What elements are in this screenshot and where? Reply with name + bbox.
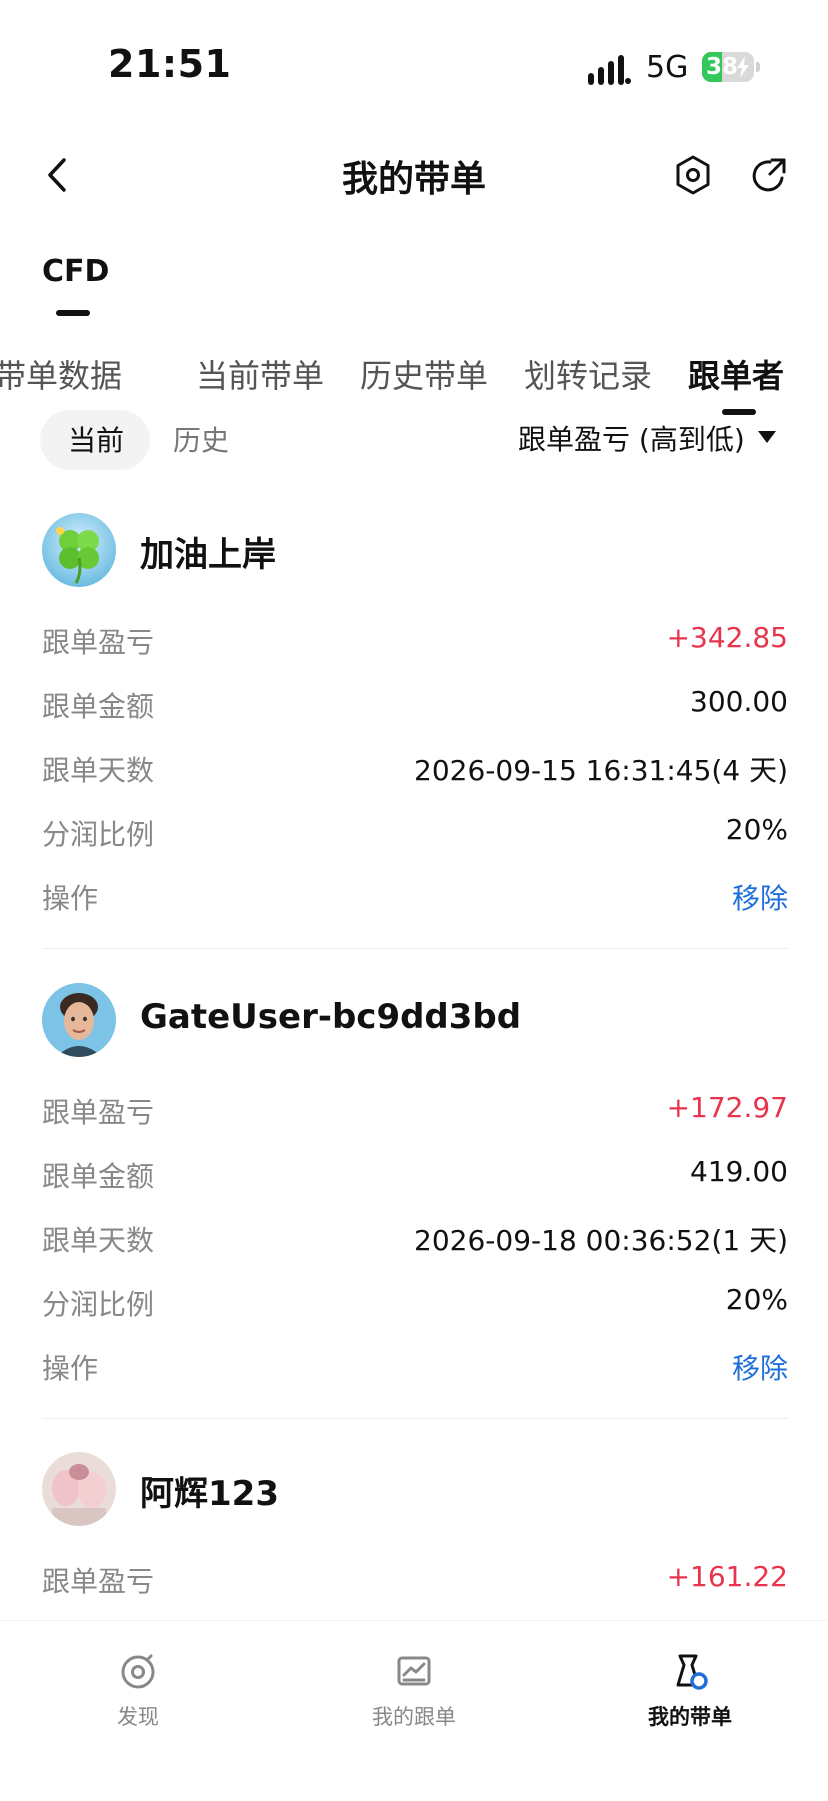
tab-underline [722, 409, 756, 415]
category-underline [56, 310, 90, 316]
subtab-current[interactable]: 当前 [40, 410, 150, 470]
follower-name: 加油上岸 [140, 535, 276, 575]
label-action: 操作 [42, 882, 99, 915]
value-amount: 300.00 [690, 685, 788, 718]
follower-name: GateUser-bc9dd3bd [140, 997, 522, 1037]
signal-icon [588, 55, 631, 85]
nav-my-copy-label: 我的跟单 [372, 1705, 456, 1729]
discover-icon [121, 1654, 155, 1689]
follower-card: 加油上岸 跟单盈亏 +342.85 跟单金额 300.00 跟单天数 2026-… [42, 513, 788, 923]
portrait-avatar-icon [42, 983, 116, 1057]
value-share: 20% [725, 1283, 788, 1316]
nav-my-lead-label: 我的带单 [648, 1705, 732, 1729]
row-action: 操作 移除 [42, 1347, 788, 1387]
subtab-history[interactable]: 历史 [173, 419, 229, 459]
row-pnl: 跟单盈亏 +172.97 [42, 1091, 788, 1131]
subtab-current-label: 当前 [68, 424, 125, 457]
row-days: 跟单天数 2026-09-18 00:36:52(1 天) [42, 1219, 788, 1259]
value-amount: 419.00 [690, 1155, 788, 1188]
label-pnl: 跟单盈亏 [42, 1096, 155, 1129]
caret-down-icon[interactable] [756, 428, 778, 446]
category-tab-cfd[interactable]: CFD [42, 254, 109, 289]
share-icon[interactable] [748, 152, 790, 198]
follower-card: GateUser-bc9dd3bd 跟单盈亏 +172.97 跟单金额 419.… [42, 983, 788, 1393]
label-amount: 跟单金额 [42, 1160, 155, 1193]
avatar [42, 1452, 116, 1526]
avatar [42, 983, 116, 1057]
chart-icon [397, 1656, 431, 1686]
nav-my-copy[interactable]: 我的跟单 [314, 1651, 514, 1731]
avatar [42, 513, 116, 587]
row-days: 跟单天数 2026-09-15 16:31:45(4 天) [42, 749, 788, 789]
label-days: 跟单天数 [42, 1224, 155, 1257]
follower-name: 阿辉123 [140, 1474, 279, 1514]
label-amount: 跟单金额 [42, 690, 155, 723]
clover-avatar-icon [42, 513, 116, 587]
row-action: 操作 移除 [42, 877, 788, 917]
row-pnl: 跟单盈亏 +342.85 [42, 621, 788, 661]
settings-hexagon-icon[interactable] [672, 152, 714, 198]
label-share: 分润比例 [42, 1288, 155, 1321]
row-amount: 跟单金额 300.00 [42, 685, 788, 725]
remove-button[interactable]: 移除 [732, 1347, 788, 1387]
status-bar: 21:51 5G 38 [0, 0, 828, 130]
value-pnl: +172.97 [666, 1091, 788, 1124]
charging-bolt-icon [737, 56, 749, 78]
label-days: 跟单天数 [42, 754, 155, 787]
row-pnl: 跟单盈亏 +161.22 [42, 1560, 788, 1600]
label-pnl: 跟单盈亏 [42, 1565, 155, 1598]
value-pnl: +342.85 [666, 621, 788, 654]
label-share: 分润比例 [42, 818, 155, 851]
tab-history-lead[interactable]: 历史带单 [360, 351, 488, 397]
tab-transfer-records[interactable]: 划转记录 [524, 351, 652, 397]
label-pnl: 跟单盈亏 [42, 626, 155, 659]
photo-avatar-icon [42, 1452, 116, 1526]
battery-level: 38 [706, 54, 739, 80]
value-share: 20% [725, 813, 788, 846]
tab-lead-data[interactable]: 带单数据 [0, 351, 122, 397]
follower-card: 阿辉123 跟单盈亏 +161.22 [42, 1452, 788, 1622]
battery-icon: 38 [702, 52, 760, 82]
lead-trade-icon [676, 1654, 708, 1690]
value-days: 2026-09-18 00:36:52(1 天) [414, 1224, 788, 1257]
remove-button[interactable]: 移除 [732, 877, 788, 917]
nav-discover-label: 发现 [117, 1705, 159, 1729]
network-type: 5G [646, 50, 689, 85]
value-days: 2026-09-15 16:31:45(4 天) [414, 754, 788, 787]
sort-dropdown[interactable]: 跟单盈亏 (高到低) [518, 418, 745, 458]
row-amount: 跟单金额 419.00 [42, 1155, 788, 1195]
nav-my-lead[interactable]: 我的带单 [590, 1651, 790, 1731]
status-time: 21:51 [108, 42, 232, 86]
row-share: 分润比例 20% [42, 1283, 788, 1323]
bottom-nav: 发现 我的跟单 我的带单 [0, 1620, 828, 1801]
nav-discover[interactable]: 发现 [38, 1651, 238, 1731]
label-action: 操作 [42, 1352, 99, 1385]
row-share: 分润比例 20% [42, 813, 788, 853]
tab-current-lead[interactable]: 当前带单 [196, 351, 324, 397]
app-screen: 21:51 5G 38 我的带单 CFD 带单数据 当前带单 历史带单 划转记录… [0, 0, 828, 1801]
nav-bar: 我的带单 [0, 140, 828, 210]
value-pnl: +161.22 [666, 1560, 788, 1593]
divider [42, 1418, 788, 1419]
tab-followers[interactable]: 跟单者 [688, 351, 784, 397]
divider [42, 948, 788, 949]
